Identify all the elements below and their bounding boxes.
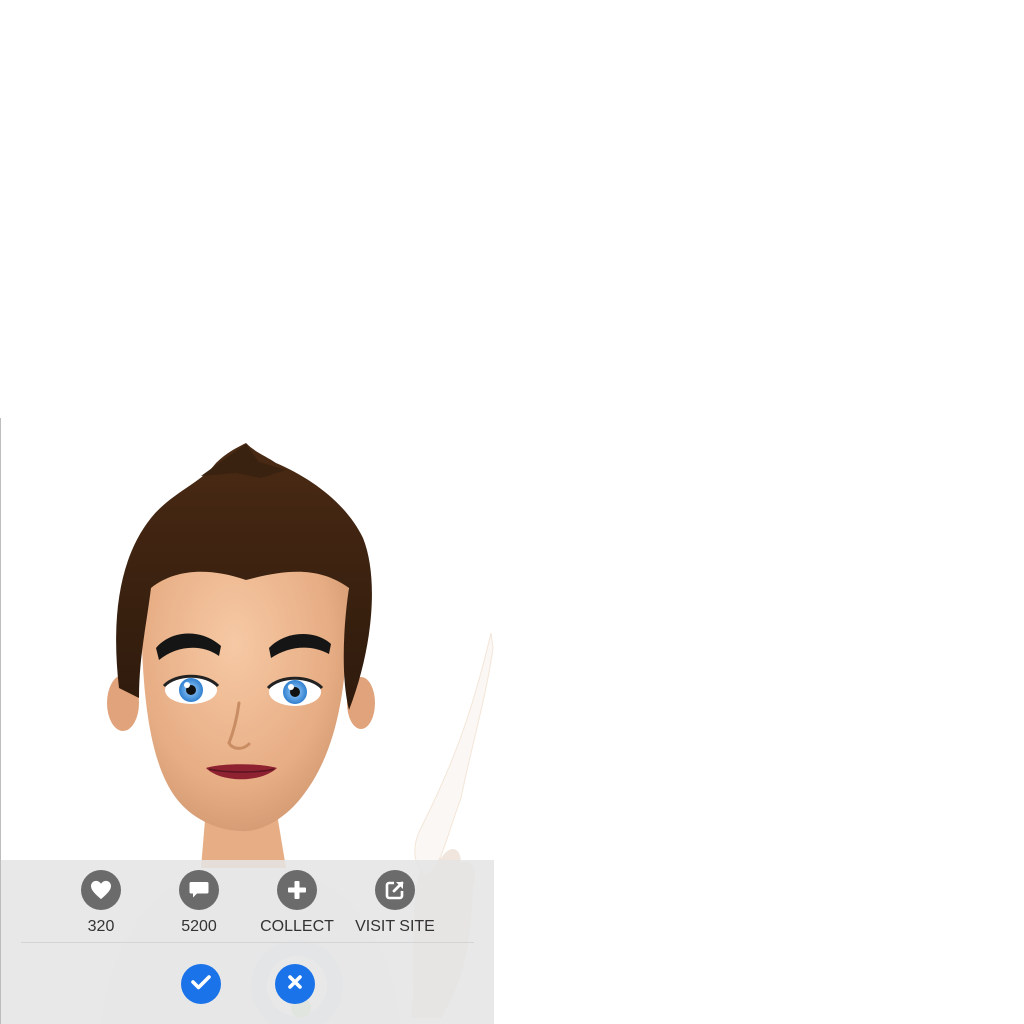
accept-button[interactable] <box>181 964 221 1004</box>
visit-site-label: VISIT SITE <box>355 918 435 935</box>
comment-count: 5200 <box>181 918 217 935</box>
heart-icon <box>81 870 121 910</box>
collect-label: COLLECT <box>260 918 334 935</box>
comment-button[interactable]: 5200 <box>151 870 247 938</box>
collect-button[interactable]: COLLECT <box>249 870 345 938</box>
visit-site-button[interactable]: VISIT SITE <box>347 870 443 938</box>
speech-bubble-icon <box>179 870 219 910</box>
avatar-card: 320 5200 COLLECT VISIT SITE <box>0 418 494 1024</box>
like-button[interactable]: 320 <box>53 870 149 938</box>
checkmark-icon <box>191 974 211 995</box>
reject-button[interactable] <box>275 964 315 1004</box>
action-bar: 320 5200 COLLECT VISIT SITE <box>1 860 494 1024</box>
x-icon <box>287 974 303 995</box>
plus-icon <box>277 870 317 910</box>
like-count: 320 <box>87 918 115 935</box>
external-link-icon <box>375 870 415 910</box>
divider <box>21 942 474 943</box>
